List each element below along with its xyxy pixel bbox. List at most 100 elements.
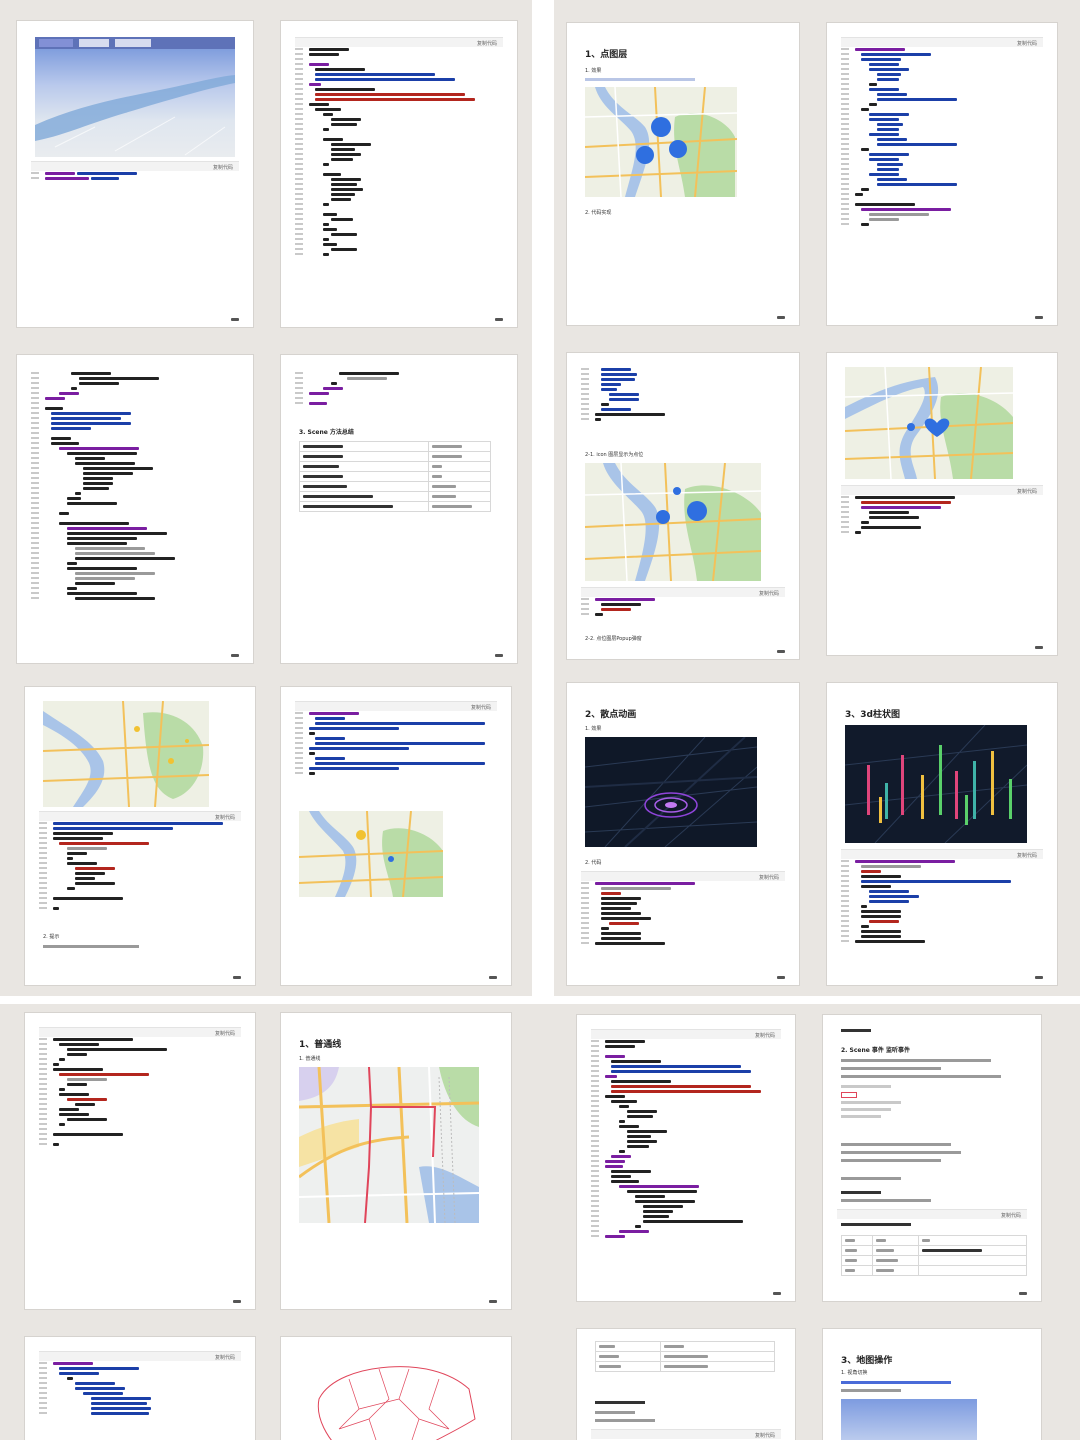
map-basemap: [585, 463, 761, 581]
subheading: 2. 代码实现: [585, 210, 612, 216]
map-basemap: [299, 1067, 479, 1223]
copy-button[interactable]: 复制代码: [215, 1354, 235, 1361]
map-basemap: [43, 701, 209, 807]
text-line: [595, 1411, 635, 1414]
code-header: 复制代码: [581, 587, 785, 597]
code-block: 复制代码: [841, 37, 1043, 227]
subheading: 2-1. icon 图层显示为点位: [585, 452, 644, 458]
code-block: 复制代码: [31, 161, 239, 181]
page-number: [1035, 316, 1043, 319]
doc-page-10: 复制代码: [280, 686, 512, 986]
code-block: [31, 371, 239, 601]
doc-page-2: 复制代码: [280, 20, 518, 328]
page-number: [777, 650, 785, 653]
doc-page-3: 1、点图层 1. 效果 2. 代码实现: [566, 22, 800, 326]
code-header: 复制代码: [837, 1209, 1027, 1219]
3d-bar: [885, 783, 888, 819]
code-block: 复制代码: [841, 485, 1043, 535]
gutter-vertical: [532, 0, 554, 1000]
3d-bar: [939, 745, 942, 815]
link-line[interactable]: [841, 1381, 951, 1384]
copy-button[interactable]: 复制代码: [215, 1030, 235, 1037]
3d-bar: [901, 755, 904, 815]
map-preview: [841, 1399, 977, 1440]
doc-page-12: 3、3d柱状图 复制代码: [826, 682, 1058, 986]
copy-button[interactable]: 复制代码: [471, 704, 491, 711]
data-point: [185, 739, 189, 743]
table-row: [299, 471, 492, 482]
section-heading: 3. Scene 方法总结: [299, 429, 354, 436]
section-heading: 2. Scene 事件 监听事件: [841, 1047, 911, 1054]
table-row: [595, 1351, 776, 1362]
page-number: [231, 654, 239, 657]
code-block: [295, 371, 503, 406]
code-header: 复制代码: [39, 1351, 241, 1361]
code-block: 复制代码: [39, 1027, 241, 1147]
doc-page-15: 复制代码: [576, 1014, 796, 1302]
code-block: 复制代码: [591, 1029, 781, 1239]
data-point: [673, 487, 681, 495]
subheading: 2. 代码: [585, 860, 602, 866]
doc-page-14: 1、普通线 1. 普通线: [280, 1012, 512, 1310]
code-header: 复制代码: [581, 871, 785, 881]
copy-button[interactable]: 复制代码: [755, 1032, 775, 1039]
3d-bar: [867, 765, 870, 815]
data-point: [907, 423, 915, 431]
copy-button[interactable]: 复制代码: [759, 590, 779, 597]
map-basemap-dark: [845, 725, 1027, 843]
table-row: [299, 501, 492, 512]
code-block: 复制代码: [581, 587, 785, 617]
copy-button[interactable]: 复制代码: [755, 1432, 775, 1439]
code-header: 复制代码: [31, 161, 239, 171]
data-point: [669, 140, 687, 158]
text-line: [595, 1401, 645, 1404]
doc-page-13: 复制代码: [24, 1012, 256, 1310]
text-line: [841, 1151, 961, 1154]
copy-button[interactable]: 复制代码: [1017, 852, 1037, 859]
3d-bar: [1009, 779, 1012, 819]
page-number: [777, 976, 785, 979]
text-line: [841, 1389, 901, 1392]
data-point: [134, 726, 140, 732]
code-line: [31, 176, 239, 181]
code-block: 复制代码: [39, 811, 241, 911]
doc-page-20: 3、地图操作 1. 视角切换: [822, 1328, 1042, 1440]
copy-button[interactable]: 复制代码: [759, 874, 779, 881]
doc-page-5: [16, 354, 254, 664]
doc-page-6: 3. Scene 方法总结: [280, 354, 518, 664]
doc-page-4: 复制代码: [826, 22, 1058, 326]
text-line: [841, 1029, 871, 1032]
page-number: [495, 318, 503, 321]
river-shape: [35, 75, 235, 156]
copy-button[interactable]: 复制代码: [213, 164, 233, 171]
doc-page-8: 复制代码: [826, 352, 1058, 656]
doc-page-11: 2、散点动画 1. 效果 2. 代码 复制代码: [566, 682, 800, 986]
3d-bar: [991, 751, 994, 815]
3d-bar-map: [845, 725, 1027, 843]
table-row: [299, 451, 492, 462]
map-3d-screenshot: [35, 37, 235, 157]
link-line[interactable]: [585, 78, 695, 81]
code-block: 复制代码: [295, 701, 497, 776]
copy-button[interactable]: 复制代码: [1017, 40, 1037, 47]
section-heading: 3、地图操作: [841, 1356, 893, 1366]
text-line: [841, 1067, 941, 1070]
subheading: 2. 提示: [43, 934, 60, 940]
3d-bar: [973, 761, 976, 819]
code-header: 复制代码: [39, 811, 241, 821]
map-basemap: [299, 811, 443, 897]
gutter-horizontal: [0, 996, 1080, 1004]
china-boundary-map: [299, 1349, 479, 1440]
copy-button[interactable]: 复制代码: [215, 814, 235, 821]
code-header: 复制代码: [295, 701, 497, 711]
table-row: [841, 1265, 1027, 1276]
data-point: [656, 510, 670, 524]
copy-button[interactable]: 复制代码: [1001, 1212, 1021, 1219]
copy-button[interactable]: 复制代码: [477, 40, 497, 47]
table-row: [299, 481, 492, 492]
text-line: [841, 1199, 931, 1202]
code-block: [581, 367, 785, 422]
copy-button[interactable]: 复制代码: [1017, 488, 1037, 495]
subheading: 1. 普通线: [299, 1056, 321, 1062]
table-row: [299, 491, 492, 502]
